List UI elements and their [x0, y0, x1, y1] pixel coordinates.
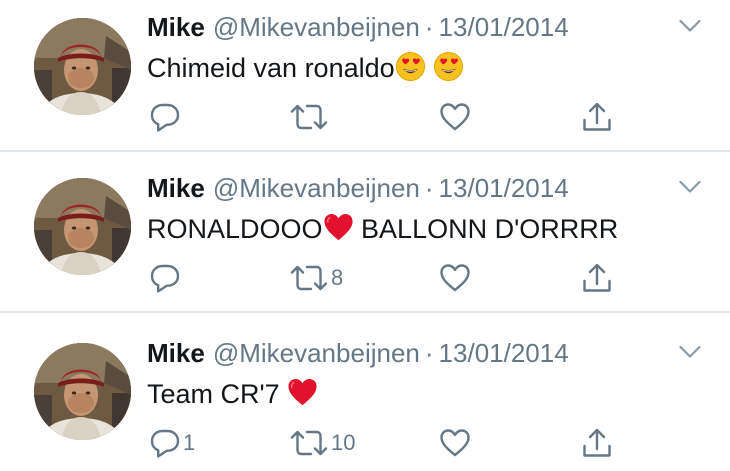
upload-share-icon — [581, 101, 613, 133]
retweet-count: 8 — [331, 265, 344, 290]
retweet-count: 10 — [331, 430, 356, 455]
speech-bubble-icon — [149, 101, 181, 133]
chevron-down-icon[interactable] — [679, 19, 701, 33]
share-button[interactable] — [581, 425, 613, 461]
share-button[interactable] — [581, 260, 613, 296]
retweet-button[interactable] — [289, 99, 331, 135]
chevron-down-icon[interactable] — [679, 180, 701, 194]
avatar[interactable] — [34, 178, 131, 275]
tweet-text: RONALDOOO BALLONN D'ORRRR — [147, 212, 618, 245]
tweet-date[interactable]: 13/01/2014 — [439, 338, 569, 368]
tweet-actions: 1 10 — [147, 425, 647, 461]
retweet-arrows-icon — [289, 427, 329, 459]
tweet[interactable]: Mike @Mikevanbeijnen · 13/01/2014 RONALDOOO… — [0, 152, 730, 313]
chevron-down-icon[interactable] — [679, 345, 701, 359]
separator-dot: · — [424, 12, 434, 42]
tweet-actions — [147, 99, 647, 135]
like-button[interactable] — [439, 425, 473, 461]
retweet-button[interactable]: 10 — [289, 425, 355, 461]
tweet[interactable]: Mike @Mikevanbeijnen · 13/01/2014 Team CR'7… — [0, 313, 730, 471]
reply-button[interactable] — [149, 260, 183, 296]
tweet-date[interactable]: 13/01/2014 — [439, 12, 569, 42]
retweet-button[interactable]: 8 — [289, 260, 343, 296]
retweet-arrows-icon — [289, 101, 329, 133]
display-name[interactable]: Mike — [147, 338, 205, 368]
upload-share-icon — [581, 427, 613, 459]
tweet-date[interactable]: 13/01/2014 — [439, 173, 569, 203]
display-name[interactable]: Mike — [147, 12, 205, 42]
red-heart-emoji — [323, 212, 354, 243]
tweet-text: Chimeid van ronaldo — [147, 51, 464, 84]
user-handle[interactable]: @Mikevanbeijnen — [213, 338, 420, 368]
avatar[interactable] — [34, 18, 131, 115]
avatar[interactable] — [34, 343, 131, 440]
separator-dot: · — [424, 173, 434, 203]
user-handle[interactable]: @Mikevanbeijnen — [213, 12, 420, 42]
separator-dot: · — [424, 338, 434, 368]
like-button[interactable] — [439, 260, 473, 296]
user-handle[interactable]: @Mikevanbeijnen — [213, 173, 420, 203]
tweet-text-content: Team CR'7 — [147, 379, 288, 409]
upload-share-icon — [581, 262, 613, 294]
tweet-header: Mike @Mikevanbeijnen · 13/01/2014 — [147, 338, 569, 368]
red-heart-emoji — [287, 377, 318, 408]
like-button[interactable] — [439, 99, 473, 135]
display-name[interactable]: Mike — [147, 173, 205, 203]
tweet-timeline: Mike @Mikevanbeijnen · 13/01/2014 Chimeid v… — [0, 0, 730, 471]
tweet-text-content: RONALDOOO — [147, 214, 323, 244]
reply-count: 1 — [183, 430, 196, 455]
profile-photo — [34, 178, 131, 275]
speech-bubble-icon — [149, 427, 181, 459]
heart-eyes-emoji — [395, 51, 426, 82]
heart-outline-icon — [439, 101, 471, 133]
heart-eyes-emoji — [433, 51, 464, 82]
tweet-header: Mike @Mikevanbeijnen · 13/01/2014 — [147, 173, 569, 203]
profile-photo — [34, 18, 131, 115]
reply-button[interactable]: 1 — [149, 425, 195, 461]
heart-outline-icon — [439, 262, 471, 294]
tweet-text-content: Chimeid van ronaldo — [147, 53, 395, 83]
retweet-arrows-icon — [289, 262, 329, 294]
profile-photo — [34, 343, 131, 440]
tweet[interactable]: Mike @Mikevanbeijnen · 13/01/2014 Chimeid v… — [0, 0, 730, 152]
tweet-text: Team CR'7 — [147, 377, 318, 410]
share-button[interactable] — [581, 99, 613, 135]
tweet-header: Mike @Mikevanbeijnen · 13/01/2014 — [147, 12, 569, 42]
reply-button[interactable] — [149, 99, 183, 135]
speech-bubble-icon — [149, 262, 181, 294]
tweet-actions: 8 — [147, 260, 647, 296]
tweet-text-content: BALLONN D'ORRRR — [353, 214, 619, 244]
heart-outline-icon — [439, 427, 471, 459]
